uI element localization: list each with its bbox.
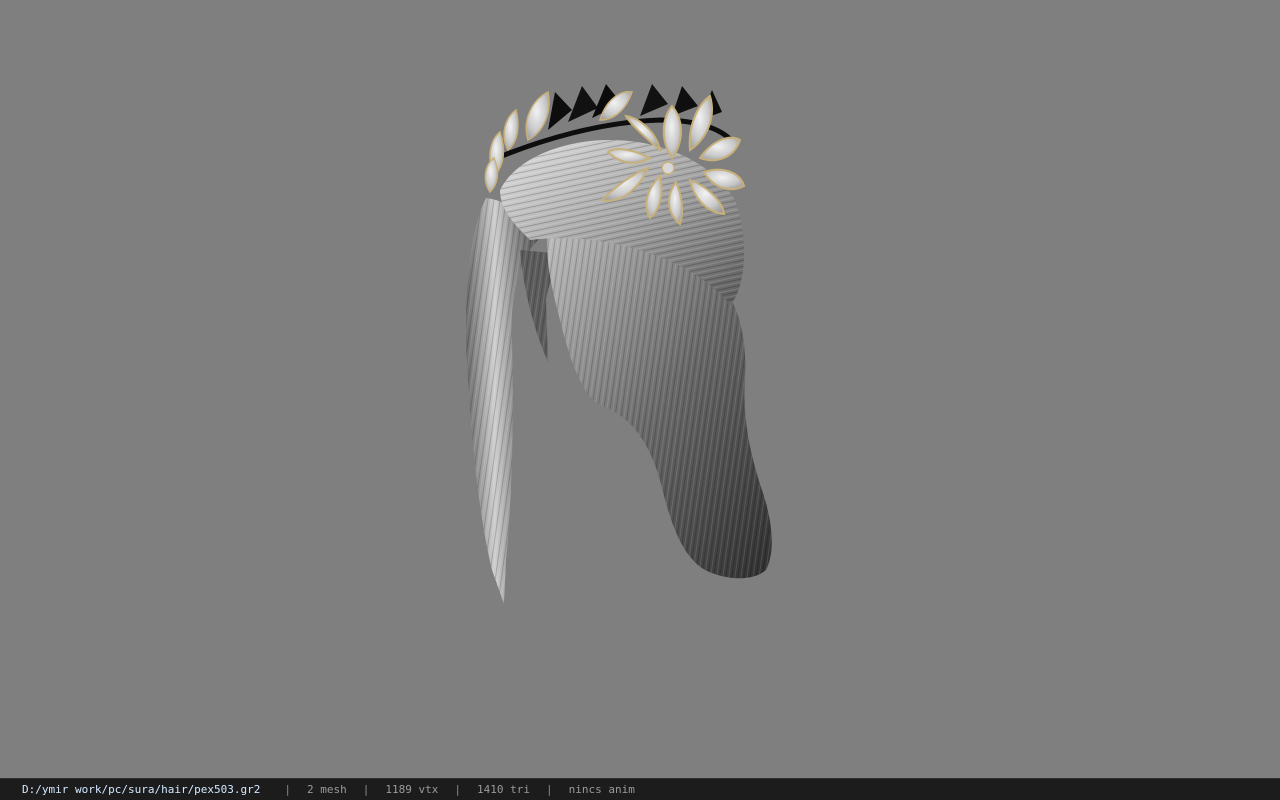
status-separator: | (284, 783, 292, 796)
triangle-count: 1410 tri (477, 783, 531, 796)
status-separator: | (546, 783, 553, 796)
animation-status: nincs anim (568, 783, 635, 796)
file-path: D:/ymir work/pc/sura/hair/pex503.gr2 (22, 783, 261, 796)
status-separator: | (454, 783, 462, 796)
hair-model-render (466, 84, 772, 604)
status-separator: | (362, 783, 370, 796)
mesh-count: 2 mesh (307, 783, 347, 796)
3d-viewport[interactable] (0, 0, 1280, 778)
status-bar: D:/ymir work/pc/sura/hair/pex503.gr2 | 2… (0, 778, 1280, 800)
vertex-count: 1189 vtx (385, 783, 439, 796)
